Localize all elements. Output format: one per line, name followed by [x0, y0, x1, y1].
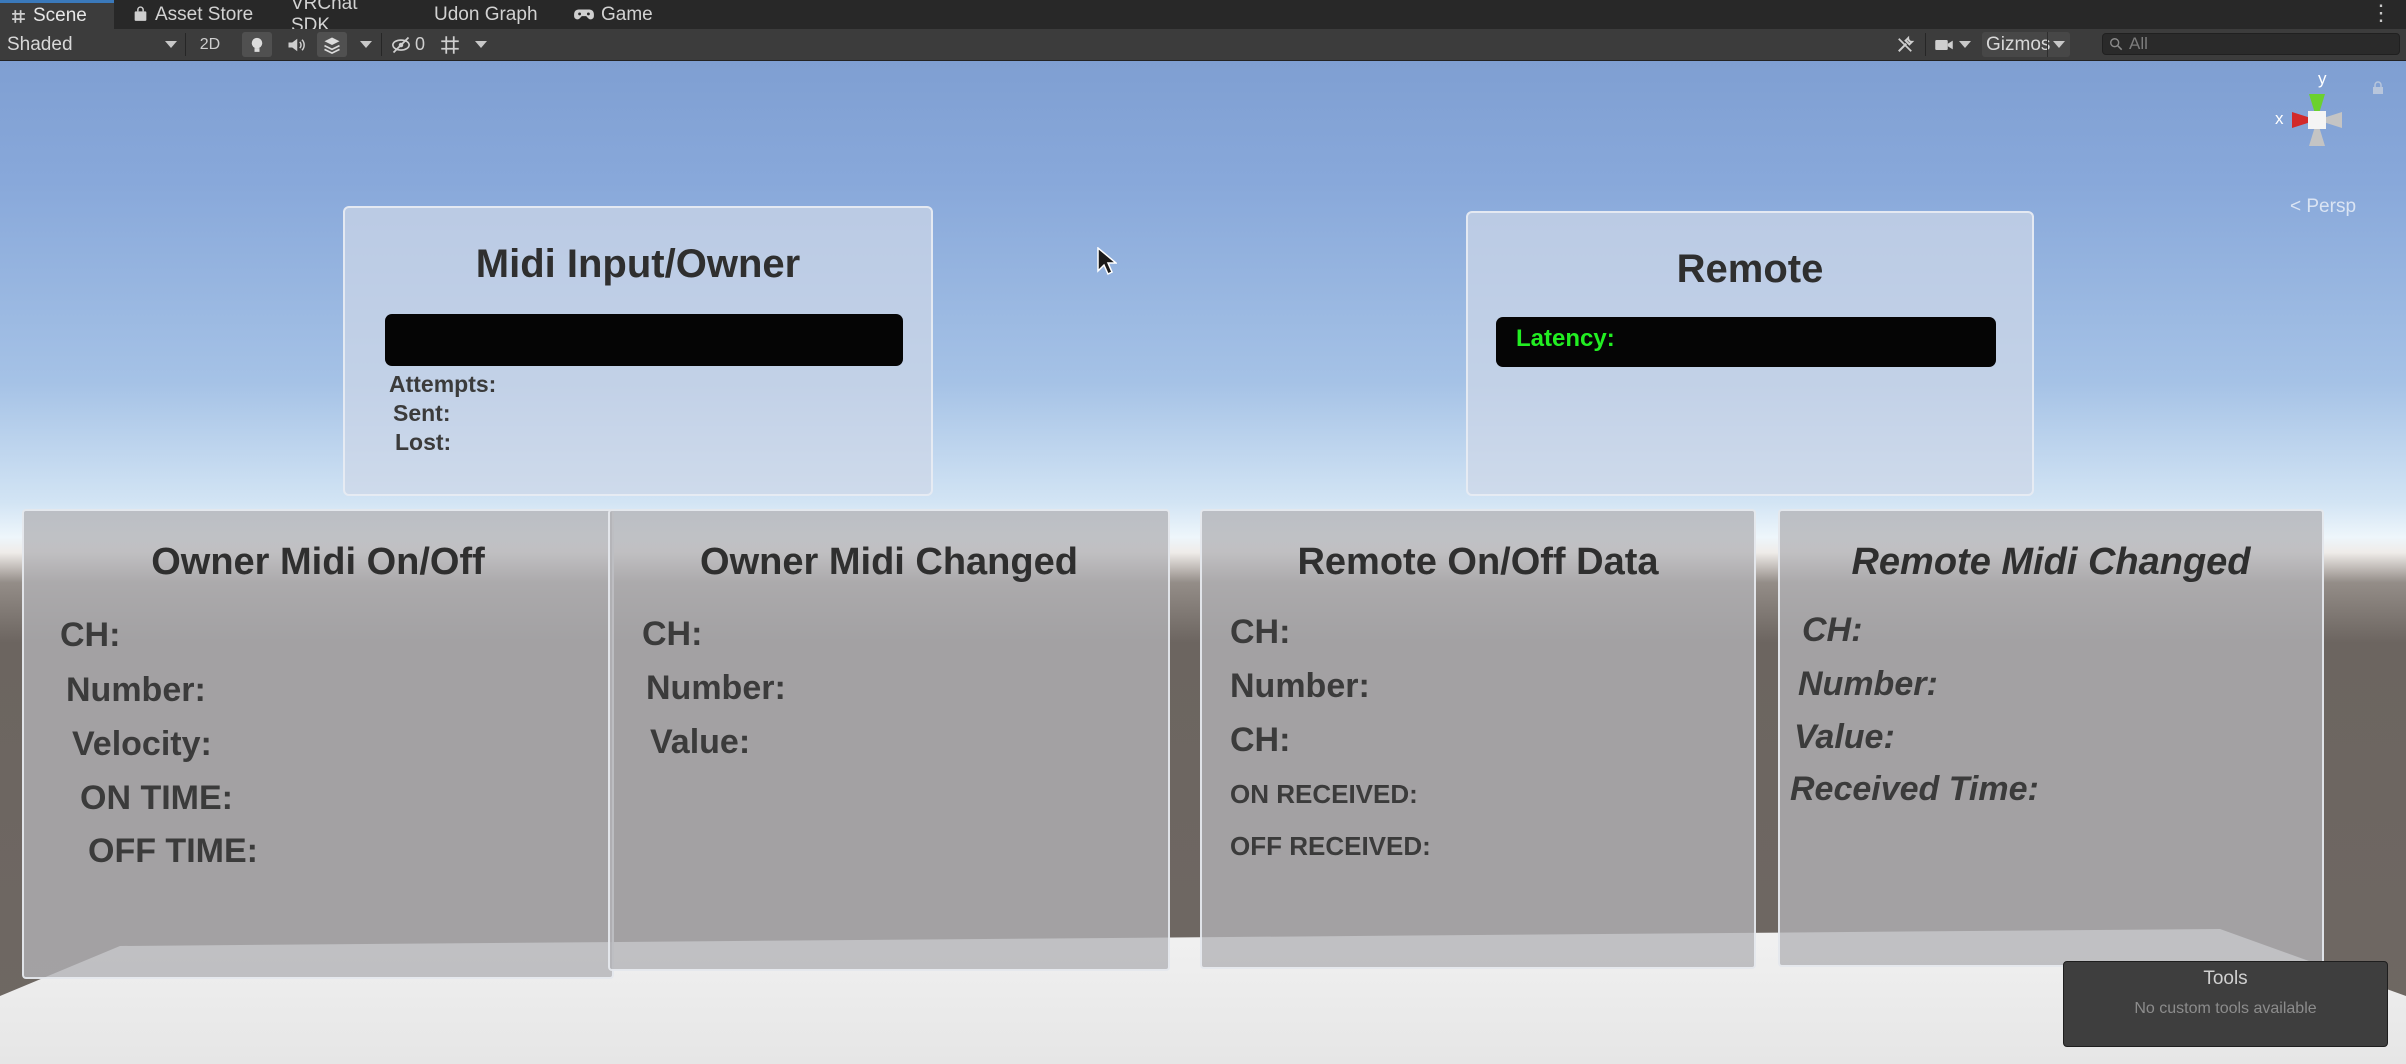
ch-label: CH: [1230, 721, 1291, 759]
number-label: Number: [646, 669, 786, 707]
effects-toggle-button[interactable] [317, 32, 347, 57]
tools-overlay-title: Tools [2203, 968, 2248, 989]
divider [1925, 33, 1926, 56]
ch-label: CH: [642, 615, 703, 653]
more-options-icon[interactable]: ⋮ [2370, 2, 2392, 24]
grid-snap-button[interactable] [436, 32, 464, 57]
grid-menu-dropdown[interactable] [470, 32, 492, 57]
ch-label: CH: [60, 616, 121, 654]
owner-midi-on-off-panel: Owner Midi On/Off CH: Number: Velocity: … [22, 509, 614, 979]
value-label: Value: [1794, 718, 1895, 756]
divider [185, 33, 186, 56]
effects-menu-dropdown[interactable] [355, 32, 377, 57]
shading-mode-dropdown[interactable]: Shaded [7, 32, 177, 57]
editor-tab-bar: Scene Asset Store VRChat SDK Udon Graph … [0, 0, 2406, 36]
tools-overlay: Tools No custom tools available [2063, 961, 2388, 1047]
hidden-count: 0 [414, 34, 425, 54]
tab-label: Udon Graph [434, 3, 538, 25]
owner-midi-changed-panel: Owner Midi Changed CH: Number: Value: [608, 509, 1170, 971]
lost-label: Lost: [395, 429, 452, 455]
number-label: Number: [1798, 665, 1938, 703]
grid-icon [441, 35, 459, 54]
eye-slash-icon [392, 36, 410, 53]
velocity-label: Velocity: [72, 725, 212, 763]
tab-label: Scene [33, 5, 87, 26]
tab-asset-store[interactable]: Asset Store [122, 0, 268, 29]
scene-toolbar: Shaded 2D 0 Gizmos All [0, 29, 2406, 61]
attempts-label: Attempts: [389, 371, 497, 397]
wrench-icon [1898, 35, 1915, 52]
number-label: Number: [66, 671, 206, 709]
camera-icon [1934, 39, 1953, 50]
ch-label: CH: [1230, 613, 1291, 651]
gamepad-icon [574, 9, 594, 19]
gizmos-menu-button[interactable] [2047, 32, 2070, 57]
hidden-objects-toggle[interactable]: 0 [386, 32, 430, 57]
lighting-toggle-button[interactable] [242, 32, 272, 57]
light-bulb-icon [251, 37, 263, 52]
chevron-down-icon [475, 41, 487, 48]
tab-game[interactable]: Game [563, 0, 663, 29]
tab-label: Game [601, 3, 653, 25]
shading-mode-value: Shaded [7, 33, 73, 55]
tools-overlay-message: No custom tools available [2134, 1000, 2317, 1017]
tab-scene[interactable]: Scene [0, 0, 114, 29]
search-icon [2110, 38, 2123, 51]
received-time-label: Received Time: [1790, 770, 2039, 808]
gizmos-dropdown[interactable]: Gizmos [1982, 32, 2070, 57]
off-received-label: OFF RECEIVED: [1230, 831, 1431, 861]
panel-title: Owner Midi On/Off [151, 541, 485, 583]
y-axis-label: y [2318, 72, 2327, 88]
lock-icon[interactable] [2372, 81, 2384, 95]
ch-label: CH: [1802, 611, 1863, 649]
scene-search-input[interactable]: All [2102, 33, 2400, 55]
chevron-down-icon [360, 41, 372, 48]
on-received-label: ON RECEIVED: [1230, 779, 1418, 809]
toggle-2d-button[interactable]: 2D [192, 32, 228, 57]
on-time-label: ON TIME: [80, 779, 233, 817]
hash-icon [12, 9, 25, 23]
tools-toggle-button[interactable] [1890, 32, 1920, 57]
off-time-label: OFF TIME: [88, 832, 258, 870]
search-placeholder: All [2129, 34, 2148, 53]
layers-icon [324, 37, 340, 54]
chevron-down-icon [2053, 41, 2065, 48]
tab-udon-graph[interactable]: Udon Graph [424, 0, 554, 29]
remote-on-off-data-panel: Remote On/Off Data CH: Number: CH: ON RE… [1200, 509, 1756, 969]
scene-viewport[interactable]: Midi Input/Owner Attempts: Sent: Lost: R… [0, 61, 2406, 1064]
midi-input-owner-panel: Midi Input/Owner Attempts: Sent: Lost: [343, 206, 933, 496]
shopping-bag-icon [134, 6, 147, 21]
sent-label: Sent: [393, 400, 451, 426]
panel-title: Midi Input/Owner [475, 242, 801, 286]
latency-display: Latency: [1496, 317, 1996, 367]
panel-title: Remote Midi Changed [1851, 541, 2251, 583]
midi-status-display [385, 314, 903, 366]
audio-toggle-button[interactable] [281, 32, 311, 57]
value-label: Value: [650, 723, 751, 761]
chevron-down-icon [1958, 41, 1971, 48]
tab-vrchat-sdk[interactable]: VRChat SDK [281, 0, 411, 36]
remote-panel: Remote Latency: [1466, 211, 2034, 496]
divider [381, 33, 382, 56]
number-label: Number: [1230, 667, 1370, 705]
projection-toggle[interactable]: < Persp [2290, 196, 2356, 218]
camera-settings-dropdown[interactable] [1930, 32, 1974, 57]
tab-label: Asset Store [155, 3, 254, 25]
speaker-icon [288, 38, 305, 51]
mouse-cursor-icon [1097, 247, 1117, 276]
gizmo-center-cube[interactable] [2308, 111, 2326, 129]
remote-midi-changed-panel: Remote Midi Changed CH: Number: Value: R… [1778, 509, 2324, 967]
x-axis-label: x [2275, 109, 2284, 128]
toggle-2d-label: 2D [199, 35, 221, 53]
panel-title: Owner Midi Changed [700, 541, 1078, 583]
gizmos-label: Gizmos [1986, 33, 2051, 55]
chevron-down-icon [165, 41, 177, 48]
panel-title: Remote [1676, 247, 1824, 291]
latency-label: Latency: [1516, 325, 1615, 352]
panel-title: Remote On/Off Data [1297, 541, 1659, 583]
